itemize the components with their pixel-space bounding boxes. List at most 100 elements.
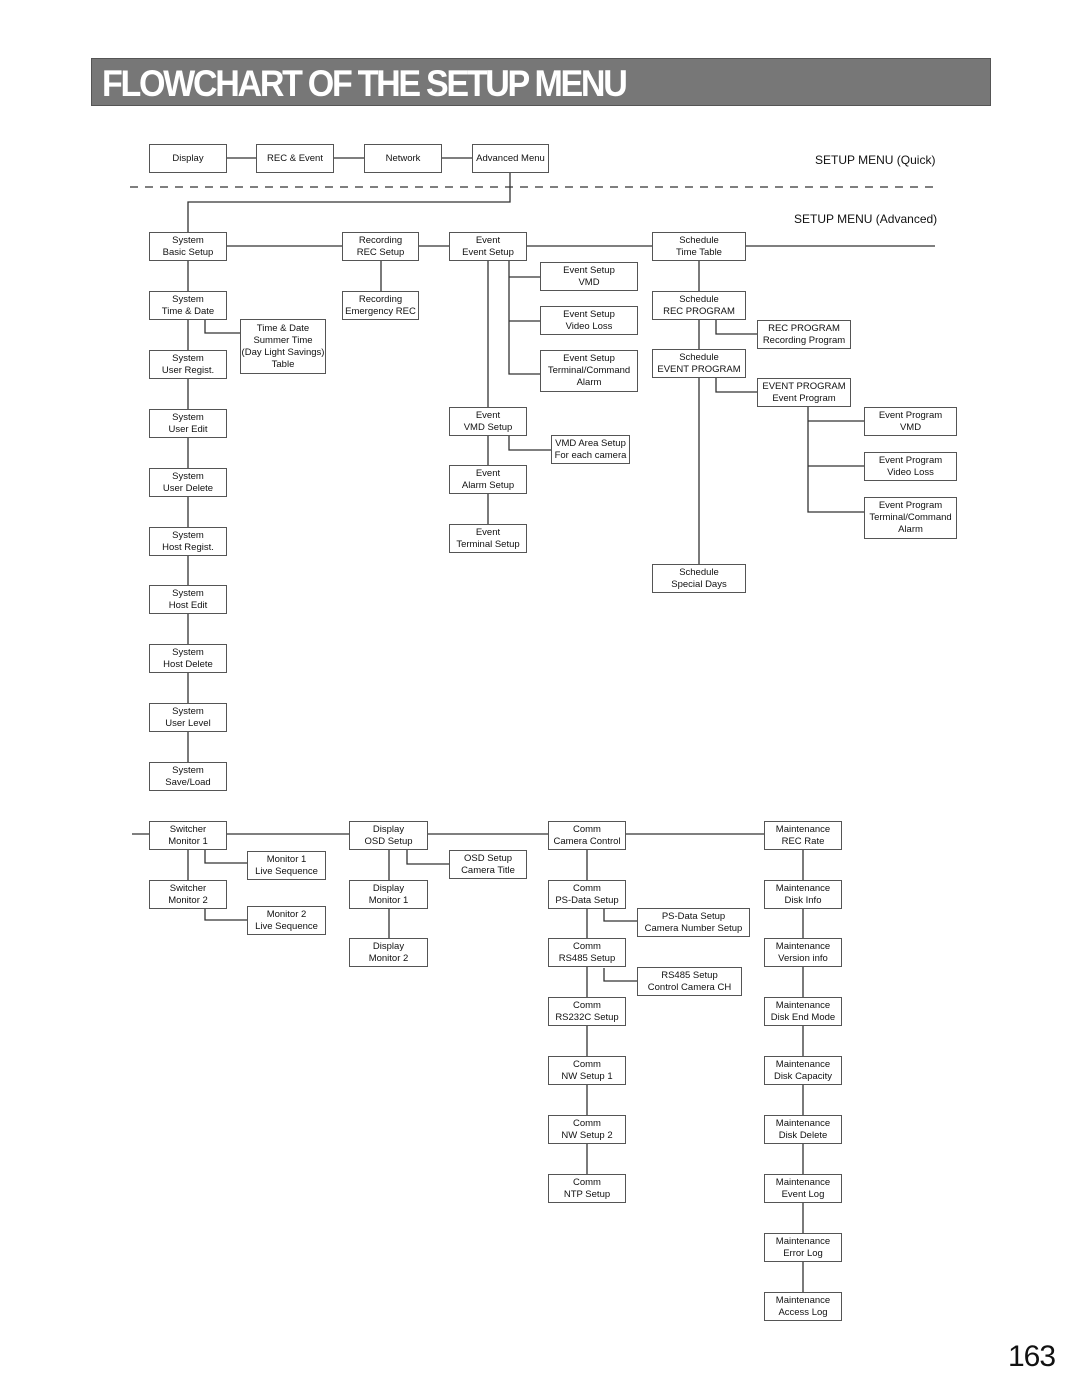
node-event-setup-vmd[interactable]: Event Setup VMD [540, 262, 638, 291]
node-maintenance-event-log[interactable]: Maintenance Event Log [764, 1174, 842, 1203]
node-comm-ps-data-setup[interactable]: Comm PS-Data Setup [548, 880, 626, 909]
node-comm-nw-setup-2[interactable]: Comm NW Setup 2 [548, 1115, 626, 1144]
node-system-host-delete[interactable]: System Host Delete [149, 644, 227, 673]
node-label: Comm [573, 1176, 601, 1188]
node-maintenance-disk-delete[interactable]: Maintenance Disk Delete [764, 1115, 842, 1144]
node-switcher-monitor-1[interactable]: Switcher Monitor 1 [149, 821, 227, 850]
node-label: System [172, 705, 204, 717]
node-rec-program-recording[interactable]: REC PROGRAM Recording Program [757, 320, 851, 349]
node-ps-data-camera-number[interactable]: PS-Data Setup Camera Number Setup [637, 908, 750, 937]
node-vmd-area-setup[interactable]: VMD Area Setup For each camera [551, 435, 630, 464]
node-event-terminal-setup[interactable]: Event Terminal Setup [449, 524, 527, 553]
node-maintenance-rec-rate[interactable]: Maintenance REC Rate [764, 821, 842, 850]
node-comm-ntp-setup[interactable]: Comm NTP Setup [548, 1174, 626, 1203]
node-event-program-terminal[interactable]: Event Program Terminal/Command Alarm [864, 497, 957, 539]
node-system-basic-setup[interactable]: System Basic Setup [149, 232, 227, 261]
node-label: System [172, 529, 204, 541]
quick-rec-event-button[interactable]: REC & Event [256, 144, 334, 173]
node-schedule-rec-program[interactable]: Schedule REC PROGRAM [652, 291, 746, 320]
node-label: Monitor 1 [266, 853, 307, 865]
node-label: Event Program [878, 409, 943, 421]
node-label: Event [475, 234, 501, 246]
node-system-save-load[interactable]: System Save/Load [149, 762, 227, 791]
node-label: Host Edit [168, 599, 208, 611]
node-event-alarm-setup[interactable]: Event Alarm Setup [449, 465, 527, 494]
quick-display-button[interactable]: Display [149, 144, 227, 173]
node-system-user-edit[interactable]: System User Edit [149, 409, 227, 438]
node-schedule-special-days[interactable]: Schedule Special Days [652, 564, 746, 593]
node-label: System [172, 587, 204, 599]
node-label: Monitor 1 [368, 894, 409, 906]
node-label: Maintenance [775, 1058, 831, 1070]
node-label: VMD [578, 276, 600, 288]
node-switcher-monitor-2[interactable]: Switcher Monitor 2 [149, 880, 227, 909]
node-schedule-time-table[interactable]: Schedule Time Table [652, 232, 746, 261]
node-system-time-date[interactable]: System Time & Date [149, 291, 227, 320]
node-label: System [172, 470, 204, 482]
node-label: Event Program [878, 500, 943, 511]
node-label: Monitor 2 [368, 952, 409, 964]
node-label: Recording [358, 293, 403, 305]
node-recording-rec-setup[interactable]: Recording REC Setup [342, 232, 419, 261]
node-display-osd-setup[interactable]: Display OSD Setup [349, 821, 428, 850]
node-schedule-event-program[interactable]: Schedule EVENT PROGRAM [652, 349, 746, 378]
node-maintenance-error-log[interactable]: Maintenance Error Log [764, 1233, 842, 1262]
node-comm-nw-setup-1[interactable]: Comm NW Setup 1 [548, 1056, 626, 1085]
node-comm-rs232c-setup[interactable]: Comm RS232C Setup [548, 997, 626, 1026]
node-label: Schedule [679, 234, 719, 246]
node-label: Disk End Mode [770, 1011, 836, 1023]
node-osd-setup-camera-title[interactable]: OSD Setup Camera Title [449, 850, 527, 879]
node-label: Network [385, 152, 421, 164]
node-label: Monitor 1 [168, 835, 208, 847]
node-label: Recording [358, 234, 403, 246]
node-event-program-vmd[interactable]: Event Program VMD [864, 407, 957, 436]
node-monitor-1-live-sequence[interactable]: Monitor 1 Live Sequence [247, 851, 326, 880]
node-label: OSD Setup [364, 835, 413, 847]
node-system-host-regist[interactable]: System Host Regist. [149, 527, 227, 556]
node-comm-rs485-setup[interactable]: Comm RS485 Setup [548, 938, 626, 967]
node-rs485-control-camera-ch[interactable]: RS485 Setup Control Camera CH [637, 967, 742, 996]
node-event-setup-video-loss[interactable]: Event Setup Video Loss [540, 306, 638, 335]
node-label: System [172, 646, 204, 658]
node-label: Terminal/Command [547, 365, 631, 376]
node-label: VMD Setup [463, 421, 513, 433]
node-label: REC PROGRAM [663, 305, 735, 317]
node-label: Time & Date [256, 322, 310, 334]
node-system-user-delete[interactable]: System User Delete [149, 468, 227, 497]
node-event-setup-terminal[interactable]: Event Setup Terminal/Command Alarm [540, 350, 638, 392]
node-event-vmd-setup[interactable]: Event VMD Setup [449, 407, 527, 436]
quick-advanced-menu-button[interactable]: Advanced Menu [472, 144, 549, 173]
node-label: Monitor 2 [266, 908, 307, 920]
node-maintenance-disk-info[interactable]: Maintenance Disk Info [764, 880, 842, 909]
node-recording-emergency-rec[interactable]: Recording Emergency REC [342, 291, 419, 320]
node-display-monitor-2[interactable]: Display Monitor 2 [349, 938, 428, 967]
node-label: Alarm [898, 524, 923, 535]
node-label: Summer Time [253, 334, 313, 346]
node-monitor-2-live-sequence[interactable]: Monitor 2 Live Sequence [247, 906, 326, 935]
page-number: 163 [1008, 1340, 1056, 1373]
node-event-program-video-loss[interactable]: Event Program Video Loss [864, 452, 957, 481]
node-maintenance-disk-capacity[interactable]: Maintenance Disk Capacity [764, 1056, 842, 1085]
node-label: Time & Date [161, 305, 215, 317]
node-label: Version info [778, 952, 828, 964]
node-display-monitor-1[interactable]: Display Monitor 1 [349, 880, 428, 909]
node-event-program-event[interactable]: EVENT PROGRAM Event Program [757, 378, 851, 407]
node-system-user-regist[interactable]: System User Regist. [149, 350, 227, 379]
node-label: REC & Event [267, 152, 323, 164]
node-maintenance-access-log[interactable]: Maintenance Access Log [764, 1292, 842, 1321]
node-label: Event [475, 467, 501, 479]
node-label: Camera Title [461, 864, 515, 876]
node-label: Display [172, 152, 204, 164]
node-time-date-summer-time[interactable]: Time & Date Summer Time (Day Light Savings… [240, 319, 326, 374]
node-system-host-edit[interactable]: System Host Edit [149, 585, 227, 614]
node-maintenance-version-info[interactable]: Maintenance Version info [764, 938, 842, 967]
node-label: System [172, 352, 204, 364]
quick-network-button[interactable]: Network [364, 144, 442, 173]
node-label: REC Setup [356, 246, 405, 258]
node-system-user-level[interactable]: System User Level [149, 703, 227, 732]
node-maintenance-disk-end-mode[interactable]: Maintenance Disk End Mode [764, 997, 842, 1026]
node-label: User Regist. [161, 364, 215, 376]
node-label: Basic Setup [162, 246, 214, 258]
node-event-event-setup[interactable]: Event Event Setup [449, 232, 527, 261]
node-comm-camera-control[interactable]: Comm Camera Control [548, 821, 626, 850]
